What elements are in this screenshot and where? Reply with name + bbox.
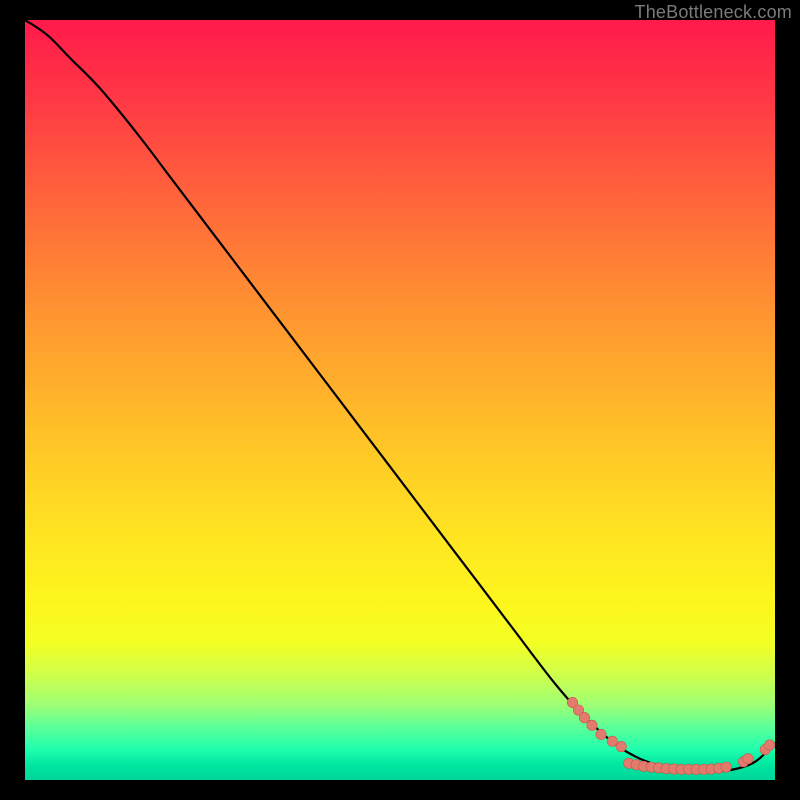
chart-dot [607,736,617,746]
chart-dot [765,740,775,750]
chart-stage: TheBottleneck.com [0,0,800,800]
chart-dot [587,720,597,730]
chart-dot [721,762,731,772]
bottleneck-curve [25,20,775,771]
chart-plot-area [25,20,775,780]
chart-dot [616,741,626,751]
chart-dot [743,754,753,764]
chart-svg [25,20,775,780]
chart-dot [596,729,606,739]
chart-dot [579,712,589,722]
chart-dots [567,697,775,774]
